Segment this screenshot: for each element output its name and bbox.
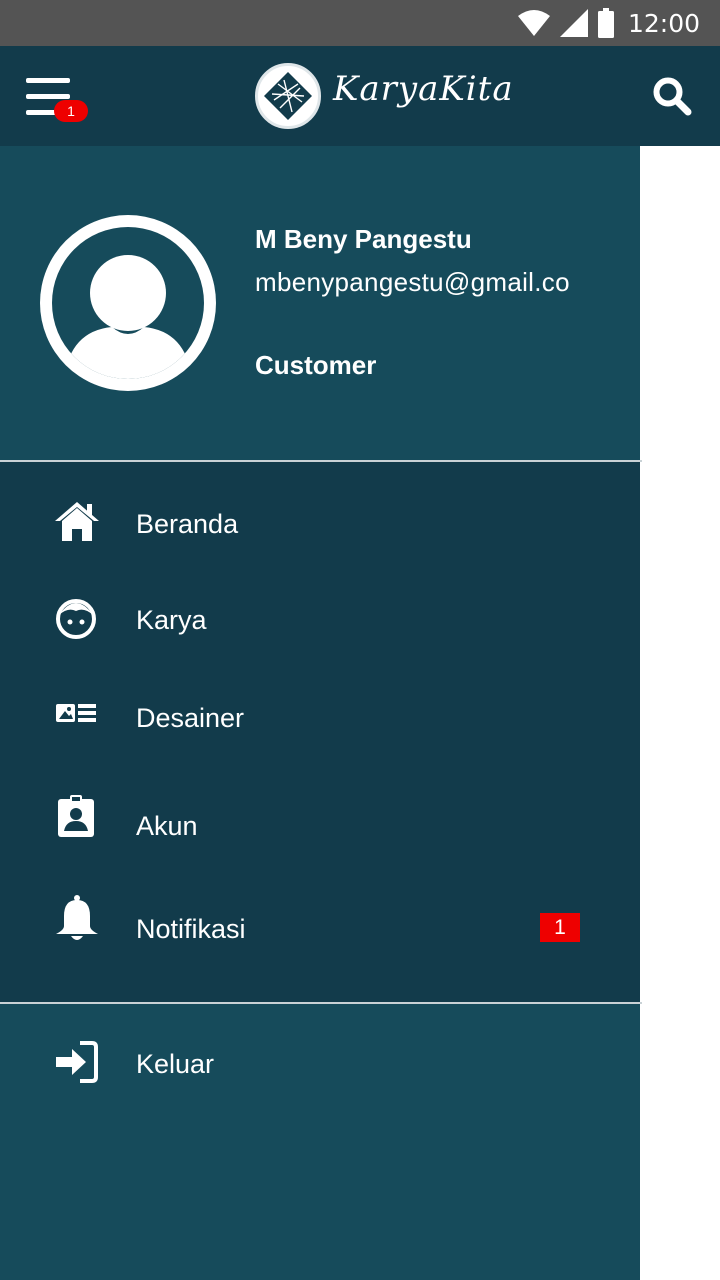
user-avatar-icon	[52, 227, 204, 379]
menu-label-desainer: Desainer	[136, 703, 245, 733]
menu-item-beranda[interactable]: Beranda	[0, 489, 640, 559]
navigation-drawer: M Beny Pangestu mbenypangestu@gmail.co C…	[0, 146, 642, 1280]
hamburger-menu-button[interactable]: 1	[24, 76, 88, 122]
cellular-signal-icon	[559, 9, 588, 37]
face-icon	[56, 599, 96, 639]
app-logo[interactable]: KaryaKita	[255, 62, 514, 130]
wifi-icon	[517, 10, 550, 36]
notification-count-badge: 1	[540, 913, 580, 942]
user-name: M Beny Pangestu	[255, 224, 472, 254]
menu-item-keluar[interactable]: Keluar	[0, 1029, 640, 1099]
logo-emblem-icon	[255, 63, 321, 129]
menu-label-akun: Akun	[136, 811, 198, 841]
menu-label-karya: Karya	[136, 605, 207, 635]
menu-notification-badge: 1	[54, 100, 88, 122]
sign-in-icon	[56, 1041, 98, 1083]
menu-label-notifikasi: Notifikasi	[136, 914, 246, 944]
menu-line-top	[26, 78, 70, 83]
drawer-profile-header: M Beny Pangestu mbenypangestu@gmail.co C…	[0, 146, 640, 461]
menu-line-middle	[26, 94, 70, 99]
menu-item-desainer[interactable]: Desainer	[0, 683, 640, 753]
brand-name: KaryaKita	[333, 69, 514, 109]
badge-icon	[58, 795, 94, 837]
id-card-icon	[56, 704, 96, 722]
avatar[interactable]	[40, 215, 216, 391]
menu-item-notifikasi[interactable]: Notifikasi 1	[0, 894, 640, 964]
drawer-footer: Keluar	[0, 1004, 640, 1280]
status-time: 12:00	[627, 8, 700, 38]
main-content-area[interactable]	[640, 146, 720, 1280]
app-bar: 1 KaryaKita	[0, 46, 720, 146]
drawer-menu: Beranda Karya Desainer Akun Notifikasi 1	[0, 462, 640, 1002]
user-email: mbenypangestu@gmail.co	[255, 267, 570, 297]
user-role: Customer	[255, 350, 377, 380]
menu-item-karya[interactable]: Karya	[0, 585, 640, 655]
status-icons: 12:00	[517, 0, 700, 46]
menu-item-akun[interactable]: Akun	[0, 791, 640, 861]
search-icon	[653, 77, 692, 116]
status-bar: 12:00	[0, 0, 720, 46]
bell-icon	[56, 895, 98, 940]
menu-label-keluar: Keluar	[136, 1049, 215, 1079]
search-button[interactable]	[652, 76, 692, 116]
home-icon	[55, 502, 99, 541]
battery-icon	[597, 8, 614, 38]
menu-label-beranda: Beranda	[136, 509, 239, 539]
